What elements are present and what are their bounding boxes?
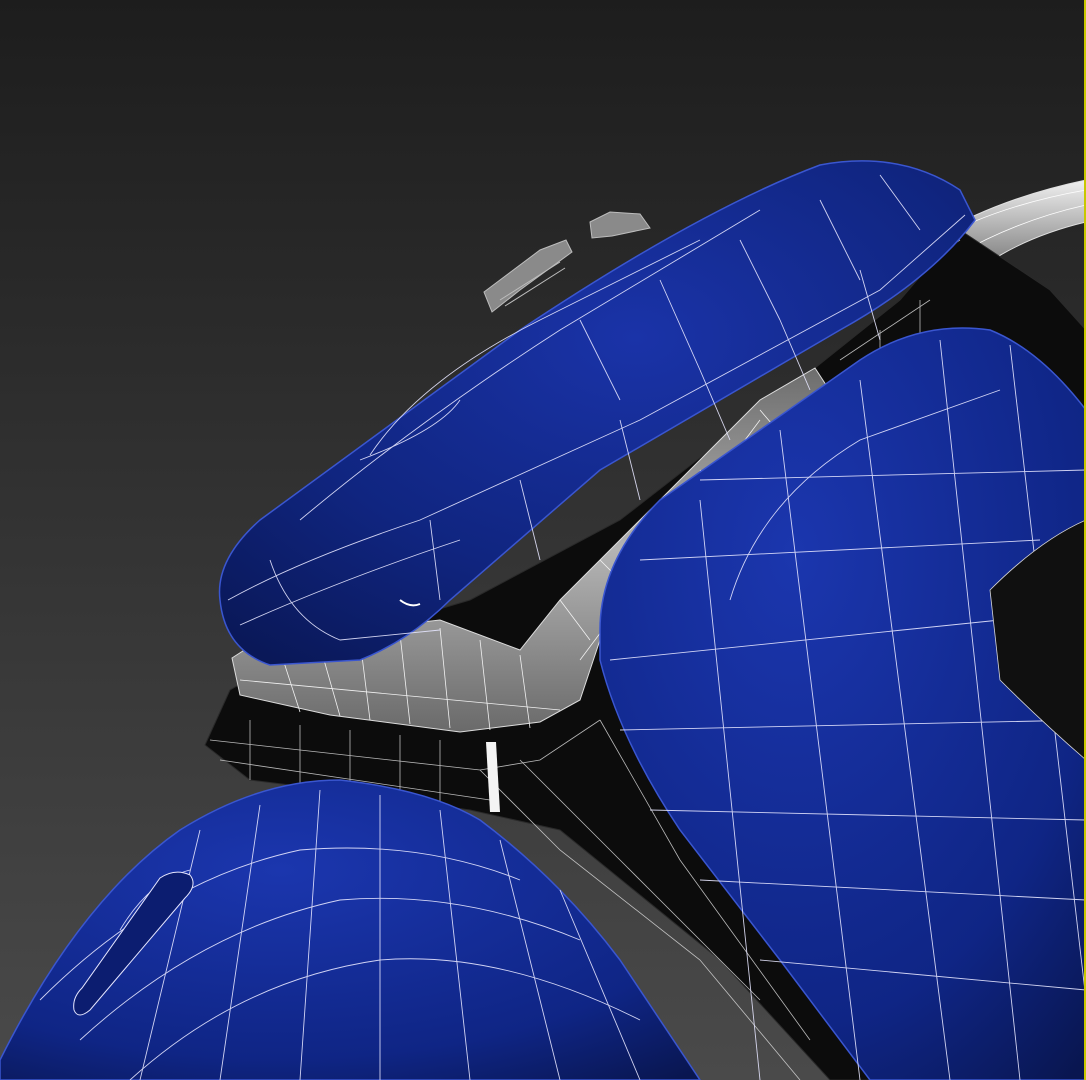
3d-viewport[interactable] — [0, 0, 1086, 1080]
viewport-canvas[interactable] — [0, 0, 1086, 1080]
